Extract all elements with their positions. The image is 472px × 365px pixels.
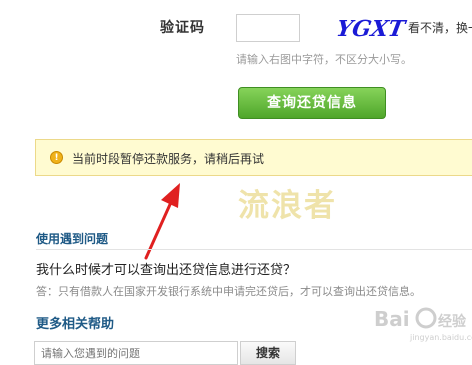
captcha-label: 验证码 xyxy=(160,20,205,36)
warning-icon: ! xyxy=(50,151,63,164)
query-repayment-button[interactable]: 查询还贷信息 xyxy=(238,87,386,119)
svg-text:经验: 经验 xyxy=(438,313,467,330)
divider xyxy=(36,249,472,250)
baidu-jingyan-logo: Bai 经验 jingyan.baidu.com xyxy=(374,307,472,342)
captcha-code-text: YGXT xyxy=(334,16,408,42)
help-search-input[interactable] xyxy=(34,341,238,365)
more-help-title: 更多相关帮助 xyxy=(36,317,115,332)
faq-answer: 答：只有借款人在国家开发银行系统中申请完还贷后，才可以查询出还贷信息。 xyxy=(36,285,421,298)
svg-text:Bai: Bai xyxy=(374,307,410,331)
help-search-button[interactable]: 搜索 xyxy=(240,341,296,365)
captcha-refresh-link[interactable]: 换一 xyxy=(456,21,472,35)
svg-text:jingyan.baidu.com: jingyan.baidu.com xyxy=(409,333,472,342)
captcha-input[interactable] xyxy=(236,14,300,42)
watermark-text: 流浪者 xyxy=(238,188,337,224)
faq-question: 我什么时候才可以查询出还贷信息进行还贷？ xyxy=(36,263,297,278)
arrow-head xyxy=(161,183,180,208)
notice-text: 当前时段暂停还款服务，请稍后再试 xyxy=(72,152,265,166)
captcha-hint: 请输入右图中字符，不区分大小写。 xyxy=(236,53,412,66)
faq-title: 使用遇到问题 xyxy=(36,232,109,246)
captcha-refresh: 看不清，换一 xyxy=(408,19,472,36)
captcha-refresh-prefix: 看不清， xyxy=(408,21,457,35)
captcha-image[interactable]: YGXT xyxy=(334,10,408,44)
